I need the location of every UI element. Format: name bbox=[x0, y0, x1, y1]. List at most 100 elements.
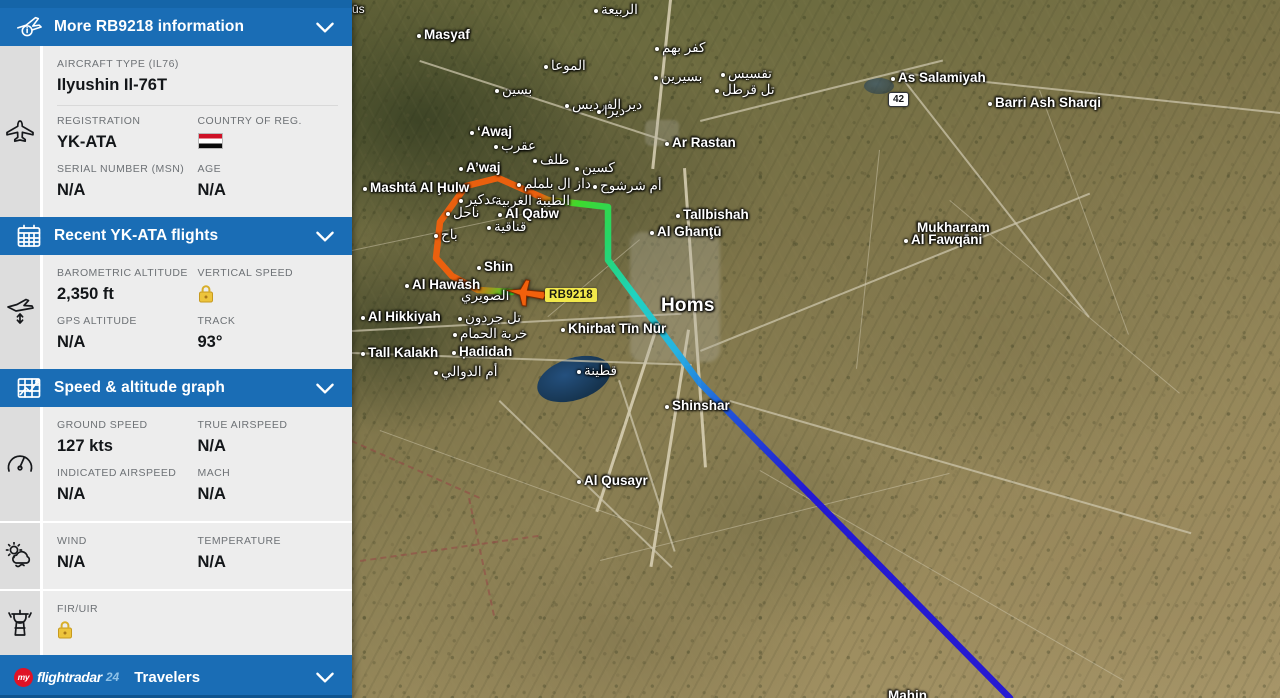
place-dot bbox=[470, 131, 474, 135]
field-cell: AIRCRAFT TYPE (IL76) Ilyushin Il-76T bbox=[57, 54, 338, 102]
field-value: N/A bbox=[197, 484, 226, 503]
place-dot bbox=[459, 167, 463, 171]
place-dot bbox=[577, 370, 581, 374]
field-cell: WIND N/A bbox=[57, 531, 198, 579]
field-cell: REGISTRATION YK-ATA bbox=[57, 111, 198, 159]
section-header-speed-altitude-graph[interactable]: Speed & altitude graph bbox=[0, 369, 352, 408]
field-value: N/A bbox=[197, 436, 226, 455]
field-cell: TEMPERATURE N/A bbox=[198, 531, 339, 579]
field-label: GPS ALTITUDE bbox=[57, 315, 137, 328]
field-label: VERTICAL SPEED bbox=[197, 267, 294, 280]
flight-details-sidebar[interactable]: More RB9218 information AIRCRAFT TYPE (I… bbox=[0, 0, 352, 698]
place-dot bbox=[517, 183, 521, 187]
place-dot bbox=[477, 266, 481, 270]
field-cell: BAROMETRIC ALTITUDE 2,350 ft bbox=[57, 263, 198, 311]
field-value: 93° bbox=[197, 332, 223, 351]
place-dot bbox=[650, 231, 654, 235]
altitude-icon bbox=[0, 255, 40, 370]
airplane-info-icon bbox=[14, 15, 44, 39]
flightradar24-logo: my flightradar 24 bbox=[14, 667, 120, 687]
place-dot bbox=[891, 77, 895, 81]
field-divider bbox=[57, 105, 338, 107]
field-label: TEMPERATURE bbox=[197, 535, 282, 548]
lock-icon bbox=[58, 621, 72, 639]
field-row: INDICATED AIRSPEED N/A MACH N/A bbox=[43, 463, 352, 511]
place-dot bbox=[452, 351, 456, 355]
field-value: N/A bbox=[57, 180, 86, 199]
place-dot bbox=[494, 145, 498, 149]
field-row: GROUND SPEED 127 kts TRUE AIRSPEED N/A bbox=[43, 415, 352, 463]
chevron-down-icon[interactable] bbox=[312, 14, 338, 40]
section-title: Speed & altitude graph bbox=[54, 379, 225, 397]
field-cell: VERTICAL SPEED bbox=[198, 263, 339, 311]
field-row: GPS ALTITUDE N/A TRACK 93° bbox=[43, 311, 352, 359]
section-header-recent-flights[interactable]: Recent YK-ATA flights bbox=[0, 217, 352, 256]
field-cell: GROUND SPEED 127 kts bbox=[57, 415, 198, 463]
field-cell: TRACK 93° bbox=[198, 311, 339, 359]
aircraft-callsign-label[interactable]: RB9218 bbox=[545, 288, 597, 302]
field-row: BAROMETRIC ALTITUDE 2,350 ft VERTICAL SPE… bbox=[43, 263, 352, 311]
block-weather: WIND N/A TEMPERATURE N/A bbox=[0, 523, 352, 590]
field-value: N/A bbox=[197, 552, 226, 571]
place-dot bbox=[434, 234, 438, 238]
field-value: Ilyushin Il-76T bbox=[57, 75, 168, 94]
calendar-icon bbox=[14, 224, 44, 248]
field-value: 127 kts bbox=[57, 436, 113, 455]
field-value: N/A bbox=[57, 332, 86, 351]
field-value: N/A bbox=[57, 484, 86, 503]
section-body-recent-flights: BAROMETRIC ALTITUDE 2,350 ft VERTICAL SPE… bbox=[0, 255, 352, 370]
field-label: REGISTRATION bbox=[57, 115, 141, 128]
my-badge: my bbox=[14, 667, 33, 687]
field-row: SERIAL NUMBER (MSN) N/A AGE N/A bbox=[43, 159, 352, 207]
field-label: WIND bbox=[57, 535, 87, 548]
chevron-down-icon[interactable] bbox=[312, 223, 338, 249]
section-fields: BAROMETRIC ALTITUDE 2,350 ft VERTICAL SPE… bbox=[40, 255, 352, 370]
field-label: MACH bbox=[197, 467, 231, 480]
sidebar-top-strip bbox=[0, 0, 352, 8]
place-dot bbox=[417, 34, 421, 38]
section-title: More RB9218 information bbox=[54, 18, 245, 35]
field-label: INDICATED AIRSPEED bbox=[57, 467, 177, 480]
place-dot bbox=[577, 480, 581, 484]
field-label: COUNTRY OF REG. bbox=[197, 115, 302, 128]
place-dot bbox=[665, 142, 669, 146]
place-dot bbox=[361, 352, 365, 356]
place-dot bbox=[361, 316, 365, 320]
place-dot bbox=[405, 284, 409, 288]
block-fields: FIR/UIR bbox=[40, 591, 352, 655]
field-cell: SERIAL NUMBER (MSN) N/A bbox=[57, 159, 198, 207]
chevron-down-icon[interactable] bbox=[312, 664, 338, 690]
field-cell: MACH N/A bbox=[198, 463, 339, 511]
place-dot bbox=[446, 212, 450, 216]
field-label: TRACK bbox=[197, 315, 236, 328]
field-label: SERIAL NUMBER (MSN) bbox=[57, 163, 185, 176]
field-cell: AGE N/A bbox=[198, 159, 339, 207]
logo-wordmark: flightradar bbox=[37, 669, 102, 685]
field-label: AGE bbox=[197, 163, 222, 176]
field-value: N/A bbox=[57, 552, 86, 571]
field-value: YK-ATA bbox=[57, 132, 117, 151]
field-row: AIRCRAFT TYPE (IL76) Ilyushin Il-76T bbox=[43, 54, 352, 102]
place-dot bbox=[676, 214, 680, 218]
place-dot bbox=[597, 110, 601, 114]
field-label: GROUND SPEED bbox=[57, 419, 148, 432]
place-dot bbox=[453, 333, 457, 337]
field-label: TRUE AIRSPEED bbox=[197, 419, 288, 432]
airplane-icon bbox=[0, 46, 40, 218]
field-value: N/A bbox=[197, 180, 226, 199]
field-row: REGISTRATION YK-ATA COUNTRY OF REG. bbox=[43, 111, 352, 159]
field-cell: INDICATED AIRSPEED N/A bbox=[57, 463, 198, 511]
place-dot bbox=[544, 65, 548, 69]
chevron-down-icon[interactable] bbox=[312, 375, 338, 401]
section-header-more-info[interactable]: More RB9218 information bbox=[0, 8, 352, 46]
lock-icon bbox=[198, 285, 213, 303]
place-dot bbox=[458, 317, 462, 321]
logo-number: 24 bbox=[105, 670, 120, 684]
place-dot bbox=[575, 167, 579, 171]
footer-travelers-bar[interactable]: my flightradar 24 Travelers bbox=[0, 656, 352, 698]
field-label: AIRCRAFT TYPE (IL76) bbox=[57, 58, 179, 70]
place-dot bbox=[565, 104, 569, 108]
aircraft-marker-icon[interactable] bbox=[504, 276, 548, 310]
place-dot bbox=[363, 187, 367, 191]
field-label: BAROMETRIC ALTITUDE bbox=[57, 267, 188, 280]
